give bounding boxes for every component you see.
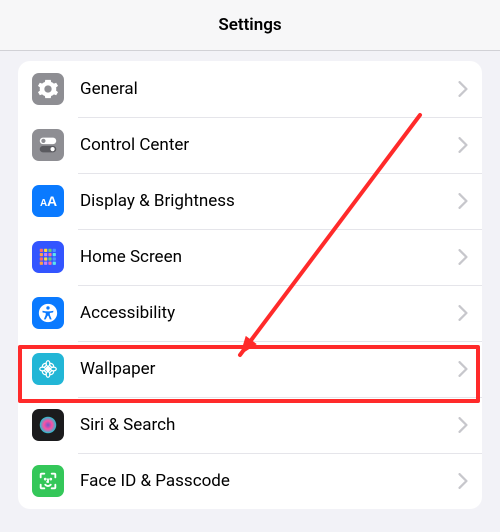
faceid-icon: [32, 465, 64, 497]
chevron-right-icon: [458, 305, 468, 321]
grid-icon: [32, 241, 64, 273]
row-siri-search[interactable]: Siri & Search: [18, 397, 482, 453]
row-label: General: [80, 79, 458, 99]
row-label: Wallpaper: [80, 359, 458, 379]
row-general[interactable]: General: [18, 61, 482, 117]
row-display-brightness[interactable]: AA Display & Brightness: [18, 173, 482, 229]
page-title: Settings: [218, 15, 281, 35]
siri-icon: [32, 409, 64, 441]
row-wallpaper[interactable]: Wallpaper: [18, 341, 482, 397]
chevron-right-icon: [458, 81, 468, 97]
row-faceid-passcode[interactable]: Face ID & Passcode: [18, 453, 482, 509]
row-accessibility[interactable]: Accessibility: [18, 285, 482, 341]
row-label: Display & Brightness: [80, 191, 458, 211]
chevron-right-icon: [458, 361, 468, 377]
chevron-right-icon: [458, 137, 468, 153]
accessibility-icon: [32, 297, 64, 329]
header: Settings: [0, 0, 500, 51]
row-label: Siri & Search: [80, 415, 458, 435]
chevron-right-icon: [458, 193, 468, 209]
chevron-right-icon: [458, 249, 468, 265]
row-label: Face ID & Passcode: [80, 471, 458, 491]
row-label: Control Center: [80, 135, 458, 155]
row-label: Accessibility: [80, 303, 458, 323]
chevron-right-icon: [458, 473, 468, 489]
row-home-screen[interactable]: Home Screen: [18, 229, 482, 285]
row-control-center[interactable]: Control Center: [18, 117, 482, 173]
chevron-right-icon: [458, 417, 468, 433]
settings-group: General Control Center AA Display & Brig…: [18, 61, 482, 509]
toggles-icon: [32, 129, 64, 161]
text-size-icon: AA: [32, 185, 64, 217]
svg-text:A: A: [47, 193, 57, 209]
row-label: Home Screen: [80, 247, 458, 267]
gear-icon: [32, 73, 64, 105]
flower-icon: [32, 353, 64, 385]
